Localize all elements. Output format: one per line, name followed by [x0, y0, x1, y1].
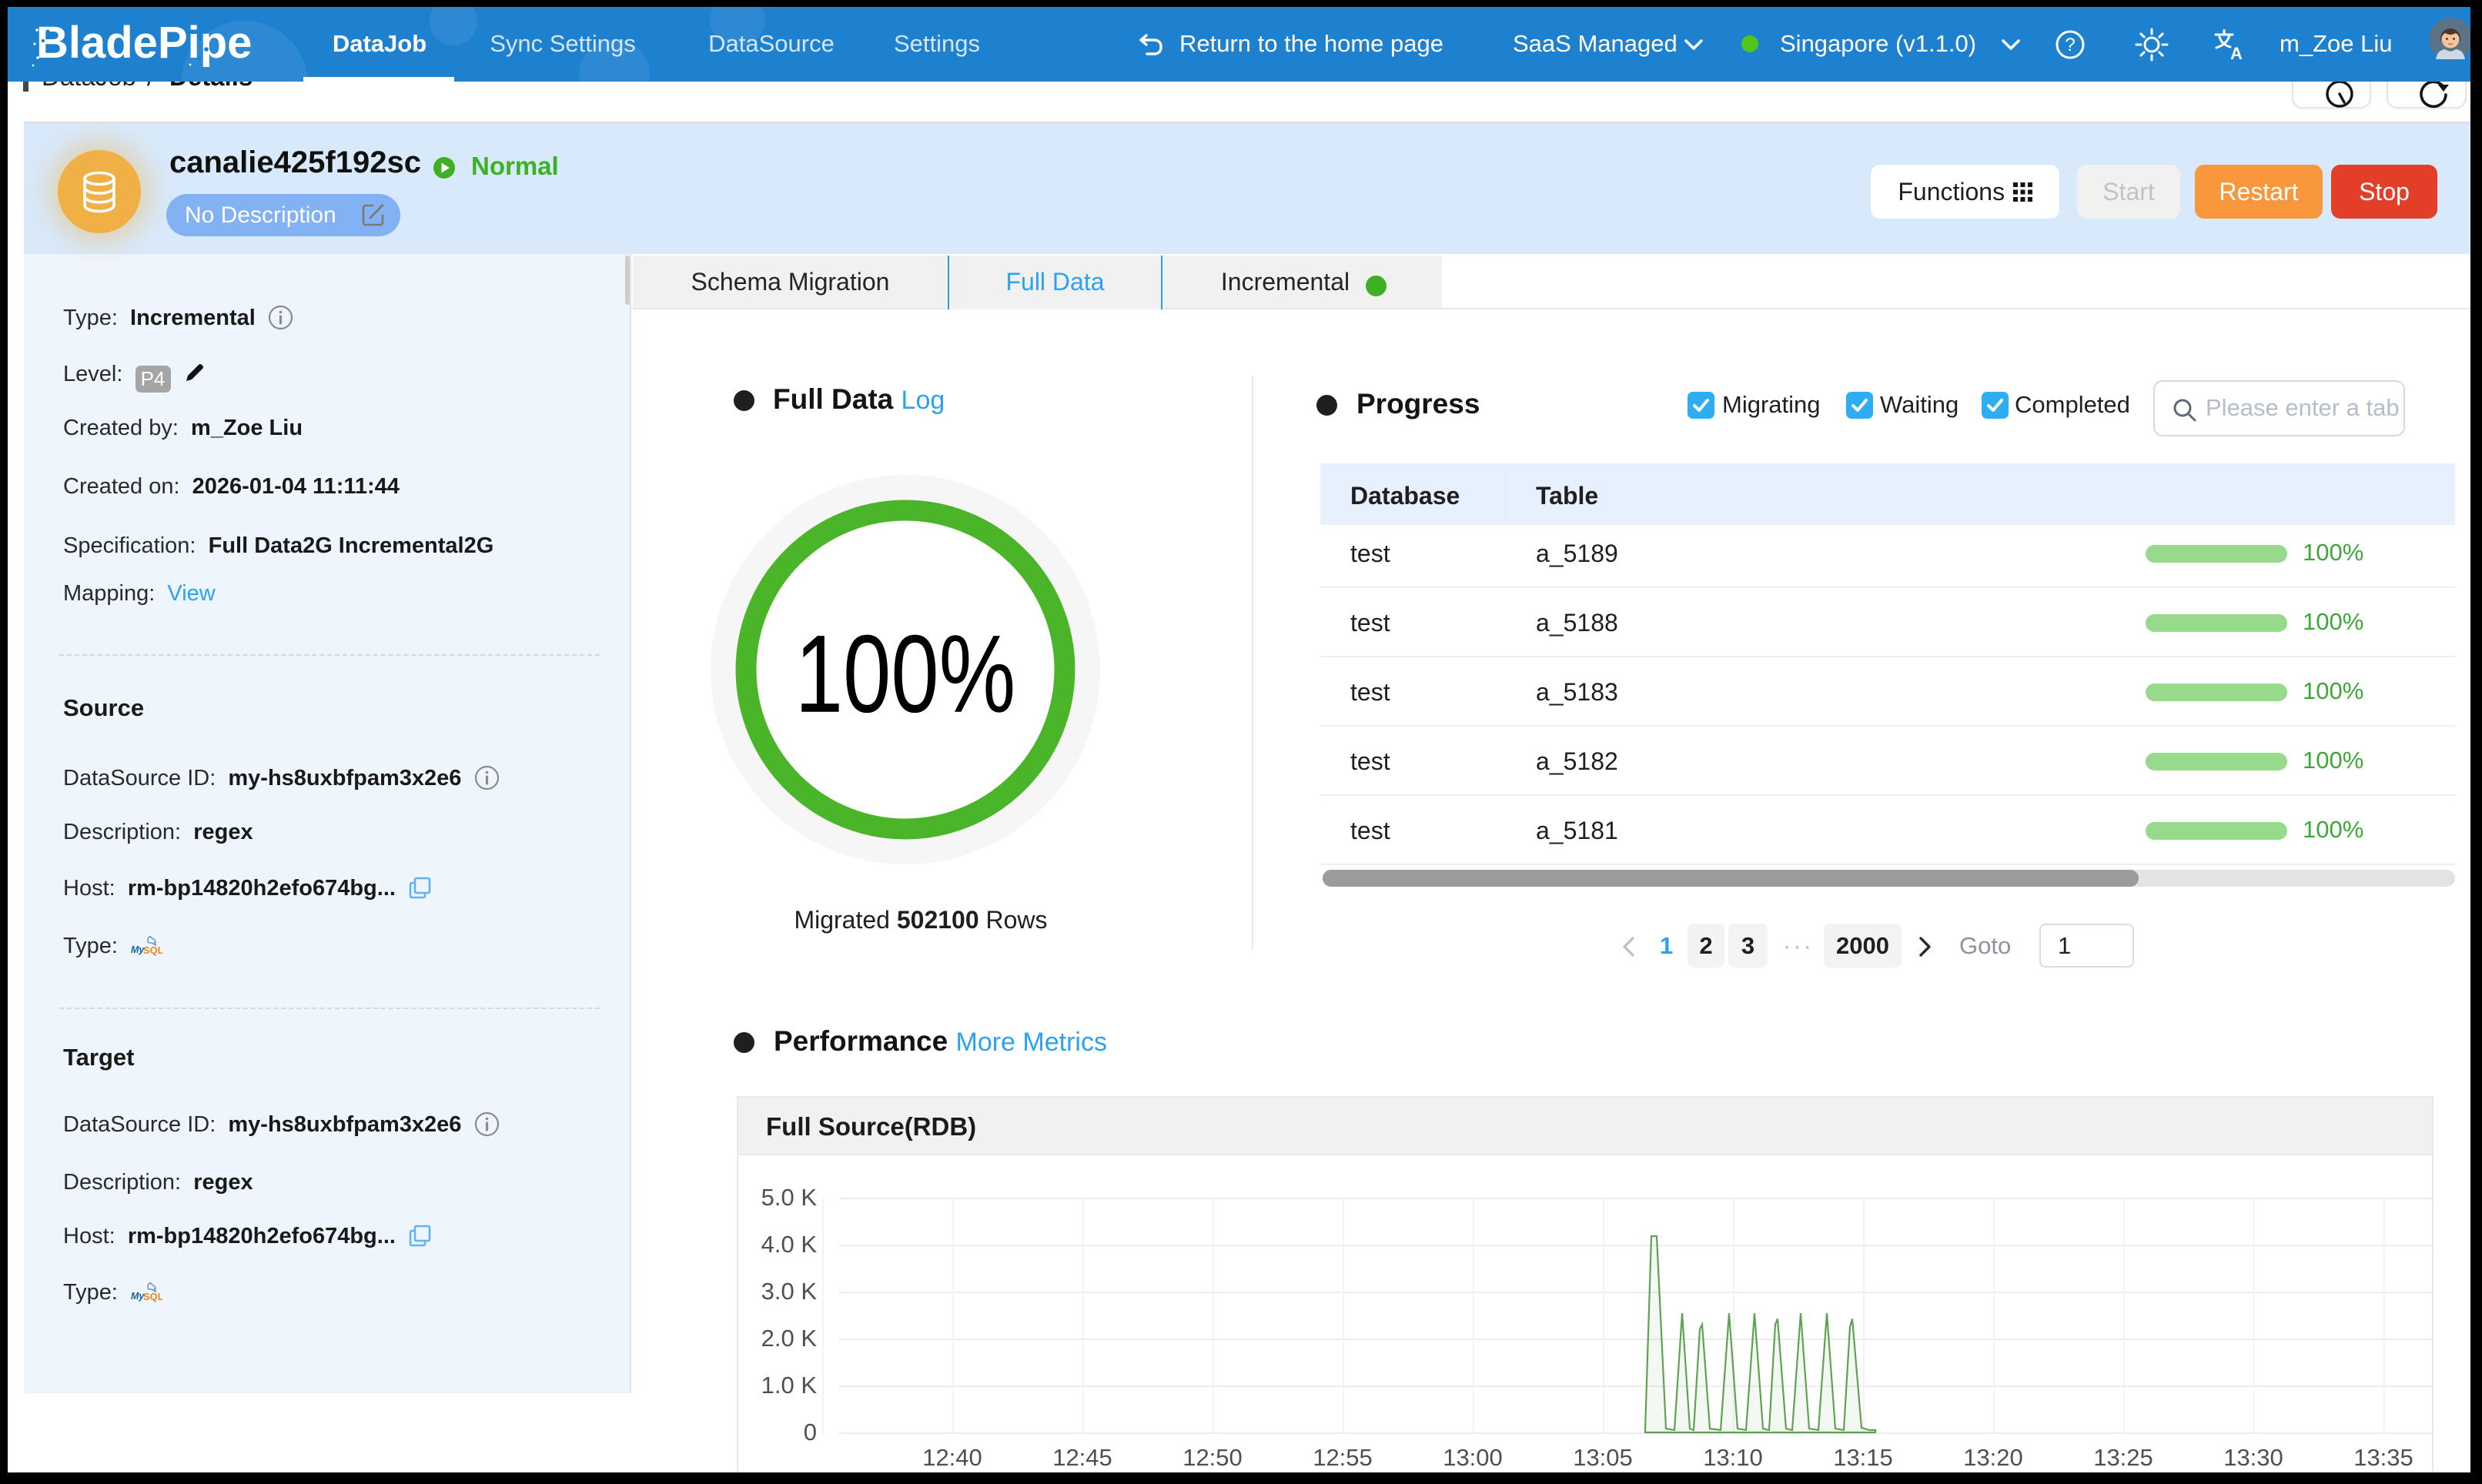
svg-text:SQL: SQL	[143, 1291, 162, 1302]
svg-text:SQL: SQL	[143, 944, 162, 956]
svg-text:?: ?	[2065, 35, 2075, 55]
svg-text:A: A	[2230, 44, 2243, 60]
